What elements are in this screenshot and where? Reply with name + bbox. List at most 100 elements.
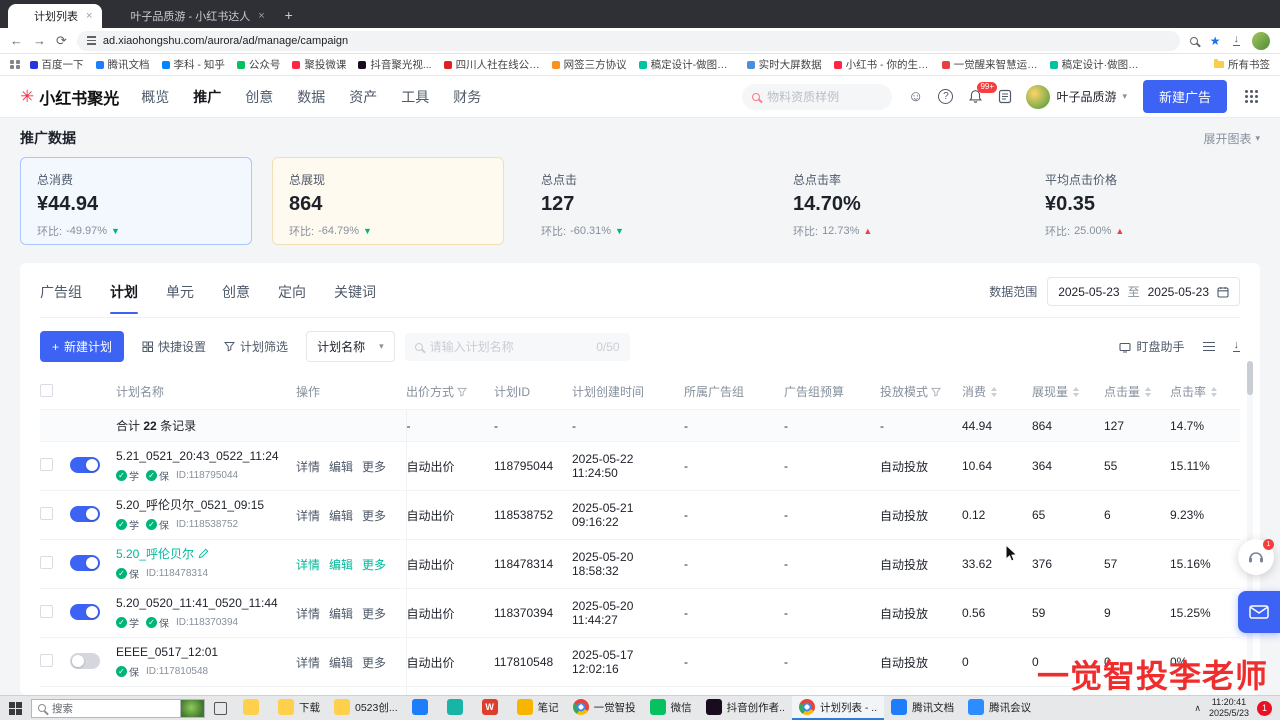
more-link[interactable]: 更多 bbox=[362, 458, 386, 475]
stat-card[interactable]: 总消费 ¥44.94 环比: -49.97% ▼ bbox=[20, 157, 252, 245]
column-header[interactable]: 所属广告组 bbox=[684, 374, 784, 410]
help-icon[interactable]: ? bbox=[938, 89, 953, 104]
apps-grid-icon[interactable] bbox=[1245, 90, 1248, 93]
entity-tab[interactable]: 关键词 bbox=[334, 282, 376, 302]
tray-expand-icon[interactable]: ∧ bbox=[1194, 703, 1201, 714]
reload-icon[interactable]: ⟳ bbox=[56, 34, 67, 47]
taskbar-app[interactable]: 计划列表 - .. bbox=[792, 696, 884, 720]
start-button[interactable] bbox=[0, 696, 31, 720]
column-header[interactable]: 计划创建时间 bbox=[572, 374, 684, 410]
column-header[interactable]: 投放模式 bbox=[880, 374, 962, 410]
new-ad-button[interactable]: 新建广告 bbox=[1143, 80, 1227, 113]
taskbar-clock[interactable]: 11:20:41 2025/5/23 bbox=[1209, 697, 1249, 719]
nav-item[interactable]: 工具 bbox=[401, 87, 429, 107]
app-logo[interactable]: ✳ 小红书聚光 bbox=[20, 85, 119, 109]
detail-link[interactable]: 详情 bbox=[296, 605, 320, 622]
taskbar-app[interactable]: 抖音创作者.. bbox=[699, 696, 792, 720]
stat-card[interactable]: 平均点击价格 ¥0.35 环比: 25.00% ▲ bbox=[1028, 157, 1260, 245]
more-link[interactable]: 更多 bbox=[362, 654, 386, 671]
detail-link[interactable]: 详情 bbox=[296, 507, 320, 524]
filter-icon[interactable] bbox=[457, 387, 467, 397]
nav-item[interactable]: 财务 bbox=[453, 87, 481, 107]
entity-tab[interactable]: 广告组 bbox=[40, 282, 82, 302]
sort-icon[interactable] bbox=[991, 387, 997, 397]
row-checkbox[interactable] bbox=[40, 654, 53, 667]
expand-chart-button[interactable]: 展开图表 ▾ bbox=[1203, 130, 1260, 147]
taskbar-app[interactable] bbox=[405, 696, 440, 720]
bookmark-item[interactable]: 抖音聚光视... bbox=[358, 57, 431, 72]
plan-name[interactable]: 5.20_呼伦贝尔 bbox=[116, 547, 194, 562]
sort-icon[interactable] bbox=[1211, 387, 1217, 397]
bookmark-item[interactable]: 腾讯文档 bbox=[96, 57, 150, 72]
plan-toggle[interactable] bbox=[70, 555, 100, 571]
bookmark-item[interactable]: 稿定设计·做图做视... bbox=[1050, 57, 1146, 72]
feedback-mail-button[interactable] bbox=[1238, 591, 1280, 633]
scrollbar-thumb[interactable] bbox=[1247, 361, 1253, 395]
date-picker[interactable]: 2025-05-23 至 2025-05-23 bbox=[1047, 277, 1240, 306]
column-header[interactable]: 点击率 bbox=[1170, 374, 1240, 410]
account-menu[interactable]: 叶子品质游 ▾ bbox=[1026, 85, 1127, 109]
stat-card[interactable]: 总点击 127 环比: -60.31% ▼ bbox=[524, 157, 756, 245]
entity-tab[interactable]: 单元 bbox=[166, 282, 194, 302]
bookmark-item[interactable]: 稿定设计-做图做视... bbox=[639, 57, 735, 72]
column-header[interactable]: 点击量 bbox=[1104, 374, 1170, 410]
select-all-checkbox[interactable] bbox=[40, 384, 53, 397]
plan-toggle[interactable] bbox=[70, 457, 100, 473]
column-settings-icon[interactable] bbox=[1203, 342, 1215, 352]
taskbar-app[interactable]: 下载 bbox=[271, 696, 327, 720]
download-icon[interactable]: ↓ bbox=[1233, 341, 1241, 352]
browser-tab[interactable]: 计划列表 × bbox=[8, 4, 102, 28]
bookmark-item[interactable]: 网签三方协议 bbox=[552, 57, 627, 72]
row-checkbox[interactable] bbox=[40, 507, 53, 520]
more-link[interactable]: 更多 bbox=[362, 507, 386, 524]
back-icon[interactable]: ← bbox=[10, 34, 23, 47]
plan-name[interactable]: 5.21_0521_20:43_0522_11:24 bbox=[116, 449, 279, 464]
bookmark-item[interactable]: 四川人社在线公共... bbox=[444, 57, 540, 72]
plan-toggle[interactable] bbox=[70, 653, 100, 669]
tab-close-icon[interactable]: × bbox=[86, 10, 92, 22]
nav-item[interactable]: 推广 bbox=[193, 87, 221, 107]
bookmark-item[interactable]: 一觉醒来智慧运营v... bbox=[942, 57, 1038, 72]
row-checkbox[interactable] bbox=[40, 605, 53, 618]
url-bar[interactable]: ad.xiaohongshu.com/aurora/ad/manage/camp… bbox=[77, 31, 1180, 51]
bookmark-item[interactable]: 聚投微课 bbox=[292, 57, 346, 72]
notification-bell[interactable]: 99+ bbox=[968, 89, 983, 104]
taskbar-app[interactable] bbox=[236, 696, 271, 720]
plan-search-input[interactable]: 请输入计划名称 0/50 bbox=[405, 333, 630, 361]
quick-setup-button[interactable]: 快捷设置 bbox=[142, 338, 206, 355]
taskbar-app[interactable]: 腾讯会议 bbox=[961, 696, 1038, 720]
plan-name[interactable]: EEEE_0517_12:01 bbox=[116, 645, 218, 660]
taskbar-app[interactable]: 微信 bbox=[643, 696, 699, 720]
taskbar-app[interactable]: 0523创... bbox=[327, 696, 405, 720]
new-plan-button[interactable]: + 新建计划 bbox=[40, 331, 124, 362]
more-link[interactable]: 更多 bbox=[362, 556, 386, 573]
row-checkbox[interactable] bbox=[40, 458, 53, 471]
table-scrollbar[interactable] bbox=[1247, 361, 1253, 687]
column-header[interactable]: 消费 bbox=[962, 374, 1032, 410]
bookmark-item[interactable]: 实时大屏数据 bbox=[747, 57, 822, 72]
action-center-badge[interactable]: 1 bbox=[1257, 701, 1272, 716]
column-header[interactable]: 出价方式 bbox=[406, 374, 494, 410]
detail-link[interactable]: 详情 bbox=[296, 556, 320, 573]
forward-icon[interactable]: → bbox=[33, 34, 46, 47]
emoji-icon[interactable]: ☺ bbox=[908, 88, 923, 105]
task-view-icon[interactable] bbox=[214, 702, 227, 715]
report-icon[interactable] bbox=[998, 89, 1012, 104]
more-link[interactable]: 更多 bbox=[362, 605, 386, 622]
nav-item[interactable]: 创意 bbox=[245, 87, 273, 107]
entity-tab[interactable]: 定向 bbox=[278, 282, 306, 302]
bookmark-item[interactable]: 公众号 bbox=[237, 57, 281, 72]
bookmark-item[interactable]: 小红书 - 你的生活... bbox=[834, 57, 930, 72]
edit-pencil-icon[interactable] bbox=[198, 548, 209, 559]
browser-tab[interactable]: 叶子品质游 - 小红书达人 × bbox=[104, 4, 274, 28]
taskbar-app[interactable]: 一觉智投 bbox=[566, 696, 643, 720]
bookmark-item[interactable]: 李科 - 知乎 bbox=[162, 57, 225, 72]
nav-item[interactable]: 资产 bbox=[349, 87, 377, 107]
edit-link[interactable]: 编辑 bbox=[329, 458, 353, 475]
apps-grid-icon[interactable] bbox=[10, 60, 20, 70]
date-from[interactable]: 2025-05-23 bbox=[1058, 285, 1119, 299]
browser-profile-avatar[interactable] bbox=[1252, 32, 1270, 50]
taskbar-app[interactable] bbox=[440, 696, 475, 720]
taskbar-app[interactable]: W bbox=[475, 696, 510, 720]
site-settings-icon[interactable] bbox=[87, 36, 96, 45]
